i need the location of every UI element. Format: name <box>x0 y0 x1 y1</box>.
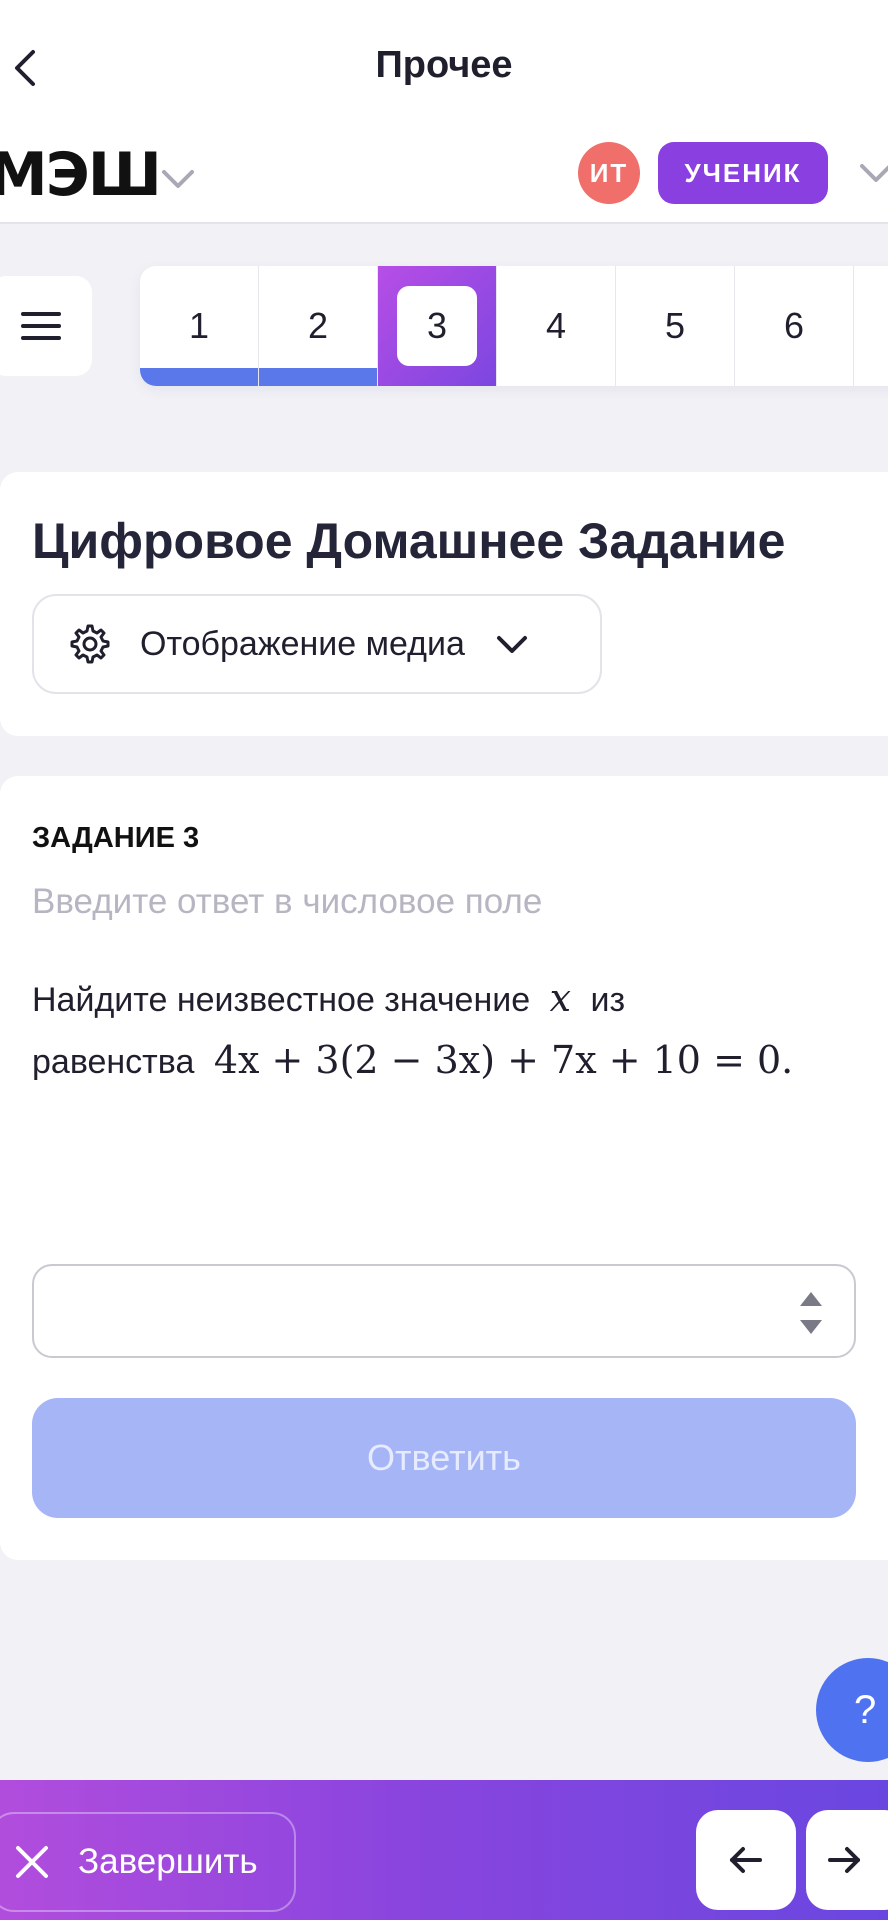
task-text: Найдите неизвестное значение x из равенс… <box>32 968 832 1092</box>
pager-item[interactable]: 1 <box>140 266 259 386</box>
pager-item-number: 3 <box>426 305 448 346</box>
media-display-dropdown[interactable]: Отображение медиа <box>32 594 602 694</box>
pager-current-box: 3 <box>397 286 477 366</box>
page: Прочее МЭШ ИТ УЧЕНИК 1 2 3 4 5 6 Цифрово… <box>0 0 888 1920</box>
pager-item[interactable]: 5 <box>616 266 735 386</box>
page-title: Цифровое Домашнее Задание <box>32 513 786 569</box>
previous-task-button[interactable] <box>696 1810 796 1910</box>
gear-icon <box>70 624 110 664</box>
submit-answer-button[interactable]: Ответить <box>32 1398 856 1518</box>
pager-item-number: 1 <box>188 305 210 346</box>
task-variable: x <box>549 976 572 1020</box>
help-label: ? <box>854 1687 877 1732</box>
pager-item[interactable]: 2 <box>259 266 378 386</box>
pager-item[interactable]: 6 <box>735 266 854 386</box>
brand-bar: МЭШ ИТ УЧЕНИК <box>0 136 888 224</box>
pager-item-current[interactable]: 3 <box>378 266 497 386</box>
task-card: ЗАДАНИЕ 3 Введите ответ в числовое поле … <box>0 776 888 1560</box>
next-task-button[interactable] <box>806 1810 888 1910</box>
task-number-label: ЗАДАНИЕ 3 <box>32 822 200 854</box>
task-equation: 4x + 3(2 − 3x) + 7x + 10 = 0. <box>213 1038 794 1082</box>
pager-item-number: 5 <box>664 305 686 346</box>
top-navigation-bar: Прочее <box>0 0 888 136</box>
avatar[interactable]: ИТ <box>578 142 640 204</box>
pager-item-number: 2 <box>307 305 329 346</box>
pager-item[interactable]: 4 <box>497 266 616 386</box>
close-icon <box>16 1846 48 1878</box>
brand-logo[interactable]: МЭШ <box>0 140 162 210</box>
chevron-down-icon[interactable] <box>160 164 196 194</box>
hamburger-icon <box>21 312 61 340</box>
menu-button[interactable] <box>0 276 92 376</box>
homework-header-card: Цифровое Домашнее Задание Отображение ме… <box>0 472 888 736</box>
finish-button[interactable]: Завершить <box>0 1812 296 1912</box>
help-button[interactable]: ? <box>816 1658 888 1762</box>
number-stepper-icon[interactable] <box>798 1288 824 1338</box>
task-text-part: Найдите неизвестное значение <box>32 981 531 1019</box>
pager-item-number: 4 <box>545 305 567 346</box>
task-hint: Введите ответ в числовое поле <box>32 882 543 921</box>
media-display-label: Отображение медиа <box>140 624 465 663</box>
answer-number-input[interactable] <box>32 1264 856 1358</box>
chevron-down-icon[interactable] <box>858 158 888 188</box>
finish-label: Завершить <box>78 1842 258 1881</box>
question-pager: 1 2 3 4 5 6 <box>140 266 888 386</box>
role-badge[interactable]: УЧЕНИК <box>658 142 828 204</box>
task-text-part: из <box>590 981 626 1019</box>
pager-item-number: 6 <box>783 305 805 346</box>
arrow-right-icon <box>828 1847 860 1873</box>
arrow-left-icon <box>730 1847 762 1873</box>
chevron-down-icon <box>496 636 527 653</box>
screen-title: Прочее <box>375 44 513 86</box>
bottom-action-bar: Завершить <box>0 1780 888 1920</box>
task-text-part: равенства <box>32 1043 195 1081</box>
